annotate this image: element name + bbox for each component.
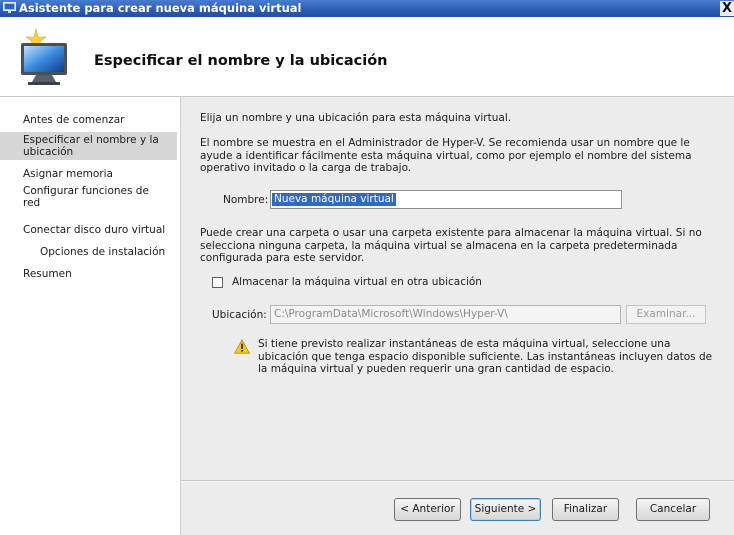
warning-icon bbox=[234, 339, 250, 354]
cancel-button[interactable]: Cancelar bbox=[636, 498, 710, 521]
nav-item-memory[interactable]: Asignar memoria bbox=[0, 168, 177, 180]
store-elsewhere-label[interactable]: Almacenar la máquina virtual en otra ubi… bbox=[232, 276, 482, 289]
snapshot-warning-text: Si tiene previsto realizar instantáneas … bbox=[258, 338, 713, 375]
store-elsewhere-checkbox[interactable] bbox=[212, 277, 223, 288]
name-input[interactable]: Nueva máquina virtual bbox=[270, 190, 622, 209]
nav-item-name-location[interactable]: Especificar el nombre y la ubicación bbox=[0, 132, 177, 160]
location-label: Ubicación: bbox=[212, 309, 267, 321]
computer-monitor-wizard-icon bbox=[21, 28, 67, 85]
finish-button[interactable]: Finalizar bbox=[552, 498, 619, 521]
title-bar[interactable]: Asistente para crear nueva máquina virtu… bbox=[0, 0, 734, 17]
name-input-value: Nueva máquina virtual bbox=[272, 193, 396, 206]
wizard-window: Asistente para crear nueva máquina virtu… bbox=[0, 0, 734, 535]
folder-help-text: Puede crear una carpeta o usar una carpe… bbox=[200, 227, 702, 264]
nav-item-networking[interactable]: Configurar funciones de red bbox=[0, 185, 177, 209]
wizard-steps-nav: Antes de comenzar Especificar el nombre … bbox=[0, 97, 181, 535]
nav-item-virtual-disk[interactable]: Conectar disco duro virtual bbox=[0, 224, 177, 236]
page-title: Especificar el nombre y la ubicación bbox=[94, 53, 388, 69]
intro-text: Elija un nombre y una ubicación para est… bbox=[200, 112, 512, 124]
window-title: Asistente para crear nueva máquina virtu… bbox=[19, 1, 302, 15]
location-input[interactable]: C:\ProgramData\Microsoft\Windows\Hyper-V… bbox=[270, 305, 621, 324]
name-help-text: El nombre se muestra en el Administrador… bbox=[200, 137, 692, 174]
next-button[interactable]: Siguiente > bbox=[470, 498, 541, 521]
previous-button[interactable]: < Anterior bbox=[394, 498, 461, 521]
name-label: Nombre: bbox=[223, 194, 269, 206]
footer-divider bbox=[181, 480, 734, 482]
nav-item-summary[interactable]: Resumen bbox=[0, 268, 177, 280]
wizard-content: Elija un nombre y una ubicación para est… bbox=[181, 97, 734, 535]
nav-item-before-start[interactable]: Antes de comenzar bbox=[0, 114, 177, 126]
browse-button[interactable]: Examinar... bbox=[626, 305, 706, 324]
nav-item-install-options[interactable]: Opciones de instalación bbox=[0, 246, 177, 258]
close-button[interactable]: X bbox=[720, 1, 734, 16]
hyper-v-app-icon bbox=[3, 2, 16, 13]
wizard-header: Especificar el nombre y la ubicación bbox=[0, 17, 734, 97]
